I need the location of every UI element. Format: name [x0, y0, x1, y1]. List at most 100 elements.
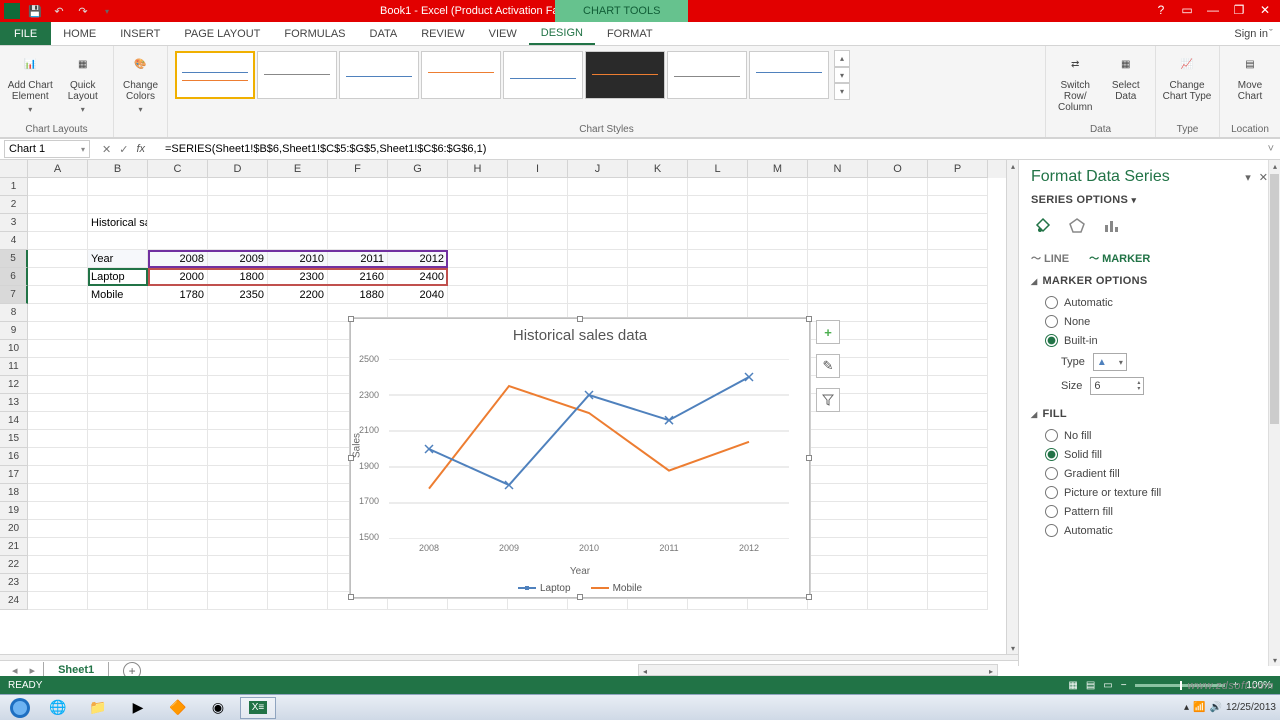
- cell[interactable]: [88, 412, 148, 430]
- cell[interactable]: [28, 376, 88, 394]
- cell[interactable]: [28, 304, 88, 322]
- cell[interactable]: [88, 358, 148, 376]
- select-all-corner[interactable]: [0, 160, 28, 178]
- cell[interactable]: 2012: [388, 250, 448, 268]
- cell[interactable]: [868, 502, 928, 520]
- cell[interactable]: [268, 520, 328, 538]
- row-header[interactable]: 12: [0, 376, 28, 394]
- cell[interactable]: [808, 484, 868, 502]
- cell[interactable]: [688, 286, 748, 304]
- cell[interactable]: [28, 412, 88, 430]
- cell[interactable]: [448, 214, 508, 232]
- cell[interactable]: [28, 268, 88, 286]
- cell[interactable]: [28, 178, 88, 196]
- cell[interactable]: Year: [88, 250, 148, 268]
- cell[interactable]: [208, 520, 268, 538]
- cell[interactable]: [268, 322, 328, 340]
- col-H[interactable]: H: [448, 160, 508, 178]
- cell[interactable]: [208, 214, 268, 232]
- cell[interactable]: [148, 358, 208, 376]
- chart-style-5[interactable]: [503, 51, 583, 99]
- cell[interactable]: [148, 394, 208, 412]
- cell[interactable]: [868, 394, 928, 412]
- cell[interactable]: 2008: [148, 250, 208, 268]
- cell[interactable]: [628, 214, 688, 232]
- marker-builtin-radio[interactable]: Built-in: [1031, 331, 1268, 350]
- chart-style-7[interactable]: [667, 51, 747, 99]
- col-G[interactable]: G: [388, 160, 448, 178]
- chart-elements-button[interactable]: +: [816, 320, 840, 344]
- col-P[interactable]: P: [928, 160, 988, 178]
- cell[interactable]: [88, 574, 148, 592]
- cell[interactable]: [268, 340, 328, 358]
- styles-scroll-up[interactable]: ▴: [834, 50, 850, 67]
- vertical-scrollbar[interactable]: ▴ ▾: [1006, 160, 1018, 654]
- chart-title[interactable]: Historical sales data: [351, 319, 809, 344]
- cell[interactable]: [28, 520, 88, 538]
- col-L[interactable]: L: [688, 160, 748, 178]
- cell[interactable]: [328, 214, 388, 232]
- help-button[interactable]: ?: [1148, 0, 1174, 20]
- cell[interactable]: [868, 358, 928, 376]
- cell[interactable]: 1800: [208, 268, 268, 286]
- cell[interactable]: [868, 214, 928, 232]
- cell[interactable]: [28, 538, 88, 556]
- col-O[interactable]: O: [868, 160, 928, 178]
- cell[interactable]: [268, 196, 328, 214]
- cell[interactable]: [688, 268, 748, 286]
- tab-page-layout[interactable]: PAGE LAYOUT: [172, 22, 272, 45]
- cell[interactable]: [628, 232, 688, 250]
- col-F[interactable]: F: [328, 160, 388, 178]
- cell[interactable]: [868, 574, 928, 592]
- cell[interactable]: [568, 214, 628, 232]
- cell[interactable]: [148, 556, 208, 574]
- pane-menu-icon[interactable]: ▾: [1245, 171, 1251, 184]
- chart-style-8[interactable]: [749, 51, 829, 99]
- cell[interactable]: [628, 196, 688, 214]
- cell[interactable]: [28, 556, 88, 574]
- cell[interactable]: [508, 232, 568, 250]
- taskbar-chrome-icon[interactable]: ◉: [200, 697, 236, 719]
- row-header[interactable]: 16: [0, 448, 28, 466]
- series-options-dropdown[interactable]: SERIES OPTIONS ▾: [1031, 194, 1268, 206]
- view-normal-icon[interactable]: ▦: [1068, 680, 1077, 691]
- cell[interactable]: [808, 286, 868, 304]
- cell[interactable]: [88, 556, 148, 574]
- close-button[interactable]: ✕: [1252, 0, 1278, 20]
- cell[interactable]: [868, 268, 928, 286]
- cell[interactable]: [28, 322, 88, 340]
- cell[interactable]: [388, 214, 448, 232]
- cell[interactable]: Laptop: [88, 268, 148, 286]
- cell[interactable]: [928, 304, 988, 322]
- chart-style-2[interactable]: [257, 51, 337, 99]
- column-headers[interactable]: A B C D E F G H I J K L M N O P: [0, 160, 1006, 178]
- cell[interactable]: [868, 556, 928, 574]
- cell[interactable]: [808, 556, 868, 574]
- cell[interactable]: [28, 502, 88, 520]
- cell[interactable]: [208, 412, 268, 430]
- cell[interactable]: [688, 232, 748, 250]
- cell[interactable]: [88, 340, 148, 358]
- cell[interactable]: [868, 448, 928, 466]
- cell[interactable]: [928, 340, 988, 358]
- cell[interactable]: [148, 484, 208, 502]
- cell[interactable]: [88, 178, 148, 196]
- cell[interactable]: [748, 178, 808, 196]
- cell[interactable]: [268, 412, 328, 430]
- cell[interactable]: [148, 502, 208, 520]
- cell[interactable]: [928, 520, 988, 538]
- marker-none-radio[interactable]: None: [1031, 312, 1268, 331]
- cell[interactable]: [448, 178, 508, 196]
- cell[interactable]: [88, 394, 148, 412]
- cell[interactable]: [448, 250, 508, 268]
- cell[interactable]: [868, 304, 928, 322]
- styles-more[interactable]: ▾: [834, 83, 850, 100]
- cell[interactable]: [928, 250, 988, 268]
- cell[interactable]: 2400: [388, 268, 448, 286]
- row-header[interactable]: 14: [0, 412, 28, 430]
- cell[interactable]: [28, 214, 88, 232]
- row-header[interactable]: 6: [0, 268, 28, 286]
- styles-scroll-down[interactable]: ▾: [834, 67, 850, 84]
- fill-line-tab-icon[interactable]: [1031, 214, 1055, 238]
- tab-data[interactable]: DATA: [358, 22, 410, 45]
